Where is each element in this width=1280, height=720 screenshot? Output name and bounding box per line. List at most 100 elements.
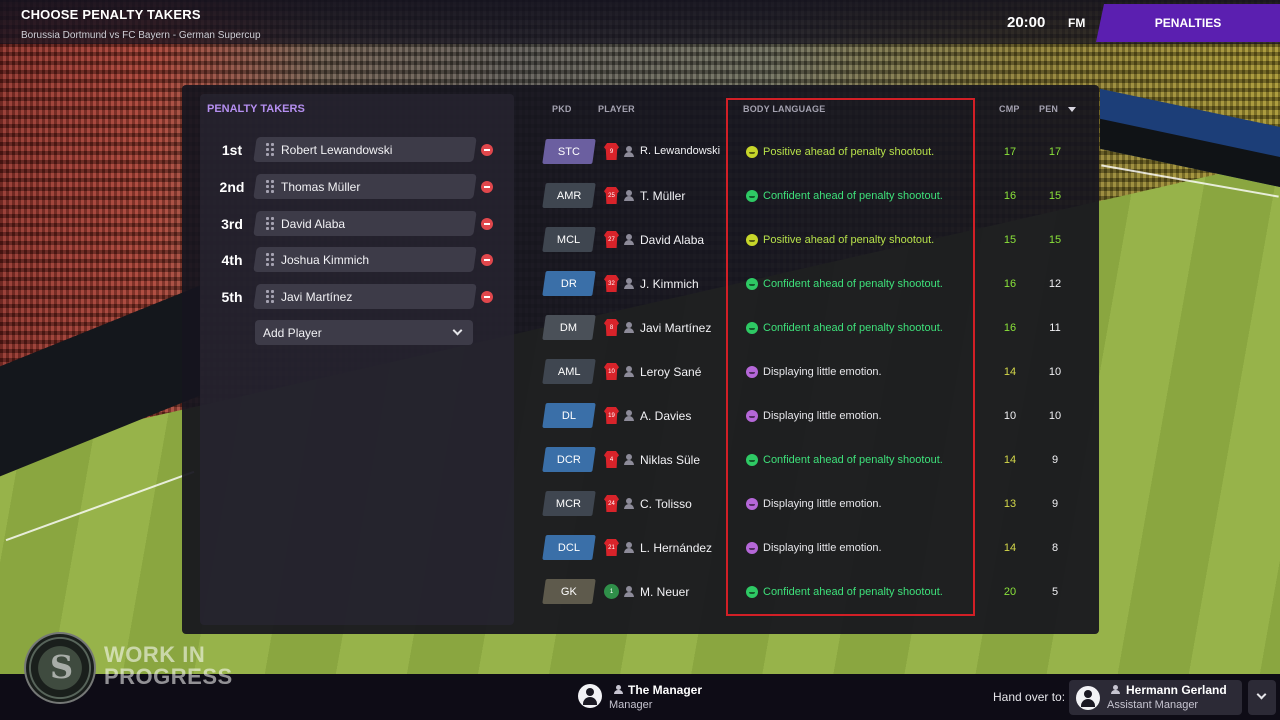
hand-over-label: Hand over to: — [993, 690, 1066, 704]
table-row[interactable]: MCL 27 David Alaba Positive ahead of penalt… — [540, 227, 1070, 255]
remove-icon[interactable] — [481, 254, 493, 266]
position-label: AMR — [556, 189, 582, 202]
drag-handle-icon[interactable] — [266, 253, 274, 266]
penalty-taker-row[interactable]: 2nd Thomas Müller — [200, 174, 500, 200]
body-language-text: Displaying little emotion. — [763, 542, 882, 554]
manager-name[interactable]: The Manager — [628, 683, 702, 697]
composure-value: 13 — [1003, 498, 1017, 510]
penalty-taker-row[interactable]: 1st Robert Lewandowski — [200, 137, 500, 163]
remove-icon[interactable] — [481, 291, 493, 303]
penalty-taker-row[interactable]: 3rd David Alaba — [200, 211, 500, 237]
table-row[interactable]: STC 9 R. Lewandowski Positive ahead of pena… — [540, 139, 1070, 167]
assistant-avatar — [1076, 686, 1100, 710]
person-icon — [624, 586, 634, 597]
assistant-role: Assistant Manager — [1107, 699, 1199, 711]
neutral-face-icon — [746, 498, 758, 510]
position-badge: DR — [542, 271, 596, 296]
tab-penalties[interactable]: PENALTIES — [1096, 4, 1280, 42]
shirt-number-icon: 1 — [604, 584, 619, 599]
shirt-number-icon: 25 — [604, 187, 619, 204]
position-badge: DM — [542, 315, 596, 340]
column-header-pkd[interactable]: PKD — [552, 104, 572, 114]
column-header-player[interactable]: PLAYER — [598, 104, 635, 114]
player-name[interactable]: Javi Martínez — [640, 321, 711, 335]
table-row[interactable]: GK 1 M. Neuer Confident ahead of penalty sh… — [540, 579, 1070, 607]
neutral-face-icon — [746, 366, 758, 378]
penalty-taker-row[interactable]: 4th Joshua Kimmich — [200, 247, 500, 273]
person-icon — [624, 498, 634, 509]
taker-name: Joshua Kimmich — [281, 253, 370, 267]
drag-handle-icon[interactable] — [266, 180, 274, 193]
manager-avatar[interactable] — [578, 684, 602, 708]
composure-value: 10 — [1003, 410, 1017, 422]
person-icon — [624, 410, 634, 421]
position-badge: DL — [542, 403, 596, 428]
composure-value: 14 — [1003, 454, 1017, 466]
taker-rank: 5th — [221, 289, 243, 305]
player-name[interactable]: T. Müller — [640, 189, 685, 203]
hand-over-dropdown-button[interactable] — [1248, 680, 1276, 715]
shirt-number-icon: 21 — [604, 539, 619, 556]
table-row[interactable]: AML 10 Leroy Sané Displaying little emotion… — [540, 359, 1070, 387]
penalty-value: 11 — [1049, 322, 1061, 334]
table-row[interactable]: MCR 24 C. Tolisso Displaying little emotion… — [540, 491, 1070, 519]
neutral-face-icon — [746, 542, 758, 554]
person-icon — [624, 234, 634, 245]
position-badge: AMR — [542, 183, 596, 208]
drag-handle-icon[interactable] — [266, 217, 274, 230]
drag-handle-icon[interactable] — [266, 290, 274, 303]
drag-handle-icon[interactable] — [266, 143, 274, 156]
body-language-text: Confident ahead of penalty shootout. — [763, 454, 943, 466]
position-label: STC — [558, 145, 580, 158]
shirt-number-icon: 4 — [604, 451, 619, 468]
position-badge: DCL — [542, 535, 596, 560]
manager-role: Manager — [609, 699, 653, 711]
person-icon — [614, 685, 623, 694]
column-header-body-language[interactable]: BODY LANGUAGE — [743, 104, 825, 114]
person-icon — [624, 366, 634, 377]
position-badge: GK — [542, 579, 596, 604]
player-name[interactable]: C. Tolisso — [640, 497, 692, 511]
table-row[interactable]: DM 8 Javi Martínez Confident ahead of penal… — [540, 315, 1070, 343]
player-name[interactable]: R. Lewandowski — [640, 145, 720, 157]
table-row[interactable]: DCL 21 L. Hernández Displaying little emoti… — [540, 535, 1070, 563]
table-row[interactable]: DR 32 J. Kimmich Confident ahead of penalty… — [540, 271, 1070, 299]
table-row[interactable]: DL 19 A. Davies Displaying little emotion. 1… — [540, 403, 1070, 431]
column-header-pen[interactable]: PEN — [1039, 104, 1058, 114]
table-row[interactable]: DCR 4 Niklas Süle Confident ahead of penalt… — [540, 447, 1070, 475]
person-icon — [624, 322, 634, 333]
position-badge: STC — [542, 139, 596, 164]
remove-icon[interactable] — [481, 144, 493, 156]
player-name[interactable]: J. Kimmich — [640, 277, 699, 291]
remove-icon[interactable] — [481, 218, 493, 230]
penalty-value: 10 — [1048, 410, 1062, 422]
page-title: CHOOSE PENALTY TAKERS — [21, 7, 201, 22]
composure-value: 15 — [1003, 234, 1017, 246]
player-name[interactable]: L. Hernández — [640, 541, 712, 555]
assistant-name: Hermann Gerland — [1126, 683, 1227, 697]
confident-face-icon — [746, 586, 758, 598]
person-icon — [624, 278, 634, 289]
composure-value: 14 — [1003, 366, 1017, 378]
taker-rank: 1st — [221, 142, 243, 158]
player-name[interactable]: A. Davies — [640, 409, 691, 423]
penalty-value: 15 — [1048, 234, 1062, 246]
composure-value: 14 — [1003, 542, 1017, 554]
person-icon — [624, 190, 634, 201]
body-language-text: Confident ahead of penalty shootout. — [763, 278, 943, 290]
player-name[interactable]: David Alaba — [640, 233, 704, 247]
player-name[interactable]: M. Neuer — [640, 585, 689, 599]
player-name[interactable]: Leroy Sané — [640, 365, 701, 379]
add-player-dropdown[interactable]: Add Player — [255, 320, 473, 345]
remove-icon[interactable] — [481, 181, 493, 193]
penalty-value: 9 — [1051, 454, 1059, 466]
table-row[interactable]: AMR 25 T. Müller Confident ahead of penalty… — [540, 183, 1070, 211]
shirt-number-icon: 8 — [604, 319, 619, 336]
penalty-taker-row[interactable]: 5th Javi Martínez — [200, 284, 500, 310]
column-header-cmp[interactable]: CMP — [999, 104, 1020, 114]
sports-interactive-logo — [24, 632, 96, 704]
player-name[interactable]: Niklas Süle — [640, 453, 700, 467]
position-badge: MCR — [542, 491, 596, 516]
confident-face-icon — [746, 278, 758, 290]
position-label: DR — [561, 277, 577, 290]
